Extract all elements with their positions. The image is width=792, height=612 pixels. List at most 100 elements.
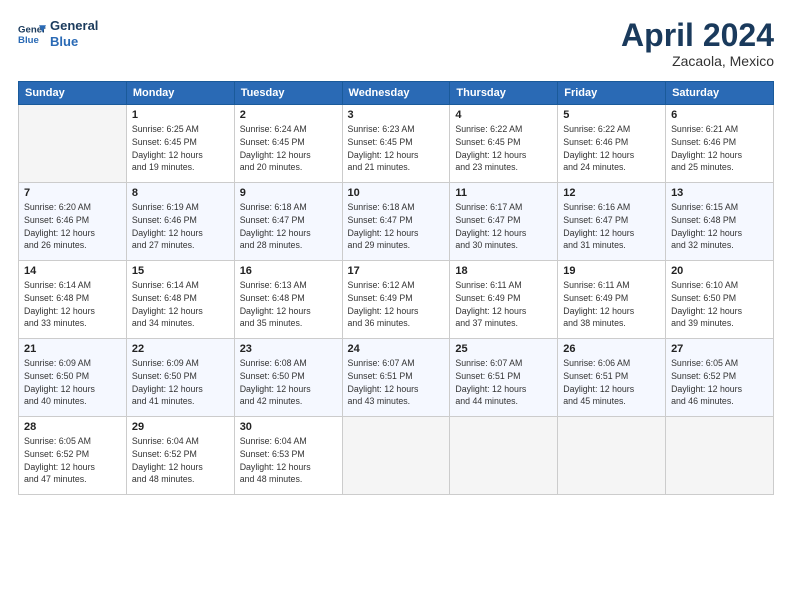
day-info: Sunrise: 6:20 AM Sunset: 6:46 PM Dayligh… xyxy=(24,201,121,252)
day-number: 28 xyxy=(24,421,121,433)
day-info: Sunrise: 6:18 AM Sunset: 6:47 PM Dayligh… xyxy=(348,201,445,252)
calendar-cell: 18 Sunrise: 6:11 AM Sunset: 6:49 PM Dayli… xyxy=(450,261,558,339)
calendar-cell xyxy=(558,417,666,495)
calendar-cell: 7 Sunrise: 6:20 AM Sunset: 6:46 PM Daylig… xyxy=(19,183,127,261)
weekday-header-thursday: Thursday xyxy=(450,82,558,105)
day-number: 10 xyxy=(348,187,445,199)
calendar-cell: 3 Sunrise: 6:23 AM Sunset: 6:45 PM Daylig… xyxy=(342,105,450,183)
day-info: Sunrise: 6:11 AM Sunset: 6:49 PM Dayligh… xyxy=(563,279,660,330)
day-info: Sunrise: 6:04 AM Sunset: 6:52 PM Dayligh… xyxy=(132,435,229,486)
calendar-cell: 16Sunrise: 6:13 AM Sunset: 6:48 PM Dayli… xyxy=(234,261,342,339)
weekday-header-sunday: Sunday xyxy=(19,82,127,105)
calendar-cell xyxy=(342,417,450,495)
day-number: 14 xyxy=(24,265,121,277)
day-number: 3 xyxy=(348,109,445,121)
day-info: Sunrise: 6:10 AM Sunset: 6:50 PM Dayligh… xyxy=(671,279,768,330)
calendar-cell: 10 Sunrise: 6:18 AM Sunset: 6:47 PM Dayli… xyxy=(342,183,450,261)
day-info: Sunrise: 6:23 AM Sunset: 6:45 PM Dayligh… xyxy=(348,123,445,174)
day-number: 26 xyxy=(563,343,660,355)
day-info: Sunrise: 6:18 AM Sunset: 6:47 PM Dayligh… xyxy=(240,201,337,252)
day-info: Sunrise: 6:15 AM Sunset: 6:48 PM Dayligh… xyxy=(671,201,768,252)
calendar-cell: 24 Sunrise: 6:07 AM Sunset: 6:51 PM Dayli… xyxy=(342,339,450,417)
day-number: 2 xyxy=(240,109,337,121)
calendar-cell: 15 Sunrise: 6:14 AM Sunset: 6:48 PM Dayli… xyxy=(126,261,234,339)
calendar-cell: 4 Sunrise: 6:22 AM Sunset: 6:45 PM Daylig… xyxy=(450,105,558,183)
calendar-cell xyxy=(450,417,558,495)
day-info: Sunrise: 6:25 AM Sunset: 6:45 PM Dayligh… xyxy=(132,123,229,174)
day-info: Sunrise: 6:14 AM Sunset: 6:48 PM Dayligh… xyxy=(24,279,121,330)
week-row-2: 7 Sunrise: 6:20 AM Sunset: 6:46 PM Daylig… xyxy=(19,183,774,261)
day-info: Sunrise: 6:04 AM Sunset: 6:53 PM Dayligh… xyxy=(240,435,337,486)
weekday-header-saturday: Saturday xyxy=(666,82,774,105)
calendar-cell: 19 Sunrise: 6:11 AM Sunset: 6:49 PM Dayli… xyxy=(558,261,666,339)
week-row-1: 1Sunrise: 6:25 AM Sunset: 6:45 PM Daylig… xyxy=(19,105,774,183)
logo: General Blue General Blue xyxy=(18,18,98,49)
week-row-3: 14 Sunrise: 6:14 AM Sunset: 6:48 PM Dayli… xyxy=(19,261,774,339)
calendar-subtitle: Zacaola, Mexico xyxy=(621,53,774,69)
day-number: 22 xyxy=(132,343,229,355)
calendar-cell: 12 Sunrise: 6:16 AM Sunset: 6:47 PM Dayli… xyxy=(558,183,666,261)
day-info: Sunrise: 6:22 AM Sunset: 6:45 PM Dayligh… xyxy=(455,123,552,174)
calendar-cell: 30 Sunrise: 6:04 AM Sunset: 6:53 PM Dayli… xyxy=(234,417,342,495)
calendar-cell: 13 Sunrise: 6:15 AM Sunset: 6:48 PM Dayli… xyxy=(666,183,774,261)
header: General Blue General Blue April 2024 Zac… xyxy=(18,18,774,69)
day-number: 24 xyxy=(348,343,445,355)
day-info: Sunrise: 6:16 AM Sunset: 6:47 PM Dayligh… xyxy=(563,201,660,252)
day-number: 8 xyxy=(132,187,229,199)
day-number: 18 xyxy=(455,265,552,277)
day-info: Sunrise: 6:24 AM Sunset: 6:45 PM Dayligh… xyxy=(240,123,337,174)
calendar-cell: 26 Sunrise: 6:06 AM Sunset: 6:51 PM Dayli… xyxy=(558,339,666,417)
day-info: Sunrise: 6:14 AM Sunset: 6:48 PM Dayligh… xyxy=(132,279,229,330)
day-info: Sunrise: 6:07 AM Sunset: 6:51 PM Dayligh… xyxy=(455,357,552,408)
day-number: 19 xyxy=(563,265,660,277)
calendar-cell: 21 Sunrise: 6:09 AM Sunset: 6:50 PM Dayli… xyxy=(19,339,127,417)
calendar-cell: 14 Sunrise: 6:14 AM Sunset: 6:48 PM Dayli… xyxy=(19,261,127,339)
day-number: 21 xyxy=(24,343,121,355)
day-info: Sunrise: 6:11 AM Sunset: 6:49 PM Dayligh… xyxy=(455,279,552,330)
calendar-cell: 29 Sunrise: 6:04 AM Sunset: 6:52 PM Dayli… xyxy=(126,417,234,495)
weekday-header-row: SundayMondayTuesdayWednesdayThursdayFrid… xyxy=(19,82,774,105)
calendar-cell: 1Sunrise: 6:25 AM Sunset: 6:45 PM Daylig… xyxy=(126,105,234,183)
day-number: 30 xyxy=(240,421,337,433)
day-number: 12 xyxy=(563,187,660,199)
weekday-header-monday: Monday xyxy=(126,82,234,105)
day-info: Sunrise: 6:07 AM Sunset: 6:51 PM Dayligh… xyxy=(348,357,445,408)
day-info: Sunrise: 6:09 AM Sunset: 6:50 PM Dayligh… xyxy=(24,357,121,408)
day-info: Sunrise: 6:12 AM Sunset: 6:49 PM Dayligh… xyxy=(348,279,445,330)
day-number: 11 xyxy=(455,187,552,199)
day-number: 27 xyxy=(671,343,768,355)
calendar-cell: 27 Sunrise: 6:05 AM Sunset: 6:52 PM Dayli… xyxy=(666,339,774,417)
day-info: Sunrise: 6:06 AM Sunset: 6:51 PM Dayligh… xyxy=(563,357,660,408)
calendar-cell: 23Sunrise: 6:08 AM Sunset: 6:50 PM Dayli… xyxy=(234,339,342,417)
calendar-cell: 6Sunrise: 6:21 AM Sunset: 6:46 PM Daylig… xyxy=(666,105,774,183)
day-number: 25 xyxy=(455,343,552,355)
logo-text-general: General xyxy=(50,18,98,34)
logo-icon: General Blue xyxy=(18,20,46,48)
calendar-cell: 2 Sunrise: 6:24 AM Sunset: 6:45 PM Daylig… xyxy=(234,105,342,183)
day-info: Sunrise: 6:09 AM Sunset: 6:50 PM Dayligh… xyxy=(132,357,229,408)
logo-text-blue: Blue xyxy=(50,34,98,50)
calendar-cell: 22 Sunrise: 6:09 AM Sunset: 6:50 PM Dayli… xyxy=(126,339,234,417)
day-number: 6 xyxy=(671,109,768,121)
calendar-cell: 11 Sunrise: 6:17 AM Sunset: 6:47 PM Dayli… xyxy=(450,183,558,261)
day-number: 13 xyxy=(671,187,768,199)
day-number: 7 xyxy=(24,187,121,199)
svg-text:Blue: Blue xyxy=(18,34,39,45)
week-row-4: 21 Sunrise: 6:09 AM Sunset: 6:50 PM Dayli… xyxy=(19,339,774,417)
day-info: Sunrise: 6:17 AM Sunset: 6:47 PM Dayligh… xyxy=(455,201,552,252)
day-number: 29 xyxy=(132,421,229,433)
calendar-cell xyxy=(19,105,127,183)
day-info: Sunrise: 6:05 AM Sunset: 6:52 PM Dayligh… xyxy=(671,357,768,408)
calendar-table: SundayMondayTuesdayWednesdayThursdayFrid… xyxy=(18,81,774,495)
day-number: 15 xyxy=(132,265,229,277)
day-number: 5 xyxy=(563,109,660,121)
calendar-cell xyxy=(666,417,774,495)
day-info: Sunrise: 6:19 AM Sunset: 6:46 PM Dayligh… xyxy=(132,201,229,252)
day-info: Sunrise: 6:13 AM Sunset: 6:48 PM Dayligh… xyxy=(240,279,337,330)
day-info: Sunrise: 6:05 AM Sunset: 6:52 PM Dayligh… xyxy=(24,435,121,486)
day-number: 4 xyxy=(455,109,552,121)
day-number: 17 xyxy=(348,265,445,277)
calendar-cell: 5Sunrise: 6:22 AM Sunset: 6:46 PM Daylig… xyxy=(558,105,666,183)
calendar-cell: 9 Sunrise: 6:18 AM Sunset: 6:47 PM Daylig… xyxy=(234,183,342,261)
day-number: 9 xyxy=(240,187,337,199)
